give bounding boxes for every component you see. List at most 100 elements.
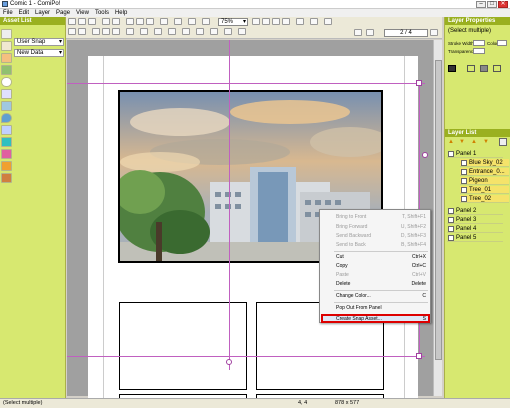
outline-icon[interactable]: [467, 65, 475, 72]
menu-view[interactable]: View: [76, 9, 89, 17]
fit-icon[interactable]: [272, 18, 280, 25]
square-icon[interactable]: [1, 29, 12, 39]
menu-bring-to-front[interactable]: Bring to Front T, Shift+F1: [336, 214, 430, 220]
zoom-in-icon[interactable]: [252, 18, 260, 25]
print-icon[interactable]: [188, 18, 196, 25]
group-icon[interactable]: [140, 28, 148, 35]
camera-icon[interactable]: [210, 28, 218, 35]
menu-send-backward[interactable]: Send Backward D, Shift+F3: [336, 233, 430, 239]
move-up-icon[interactable]: [68, 28, 76, 35]
frame-icon[interactable]: [1, 149, 12, 159]
panel-icon[interactable]: [1, 41, 12, 51]
move-bottom-icon[interactable]: ▼: [483, 139, 490, 145]
page-navigator[interactable]: 2 / 4: [384, 29, 428, 37]
align-right-icon[interactable]: [112, 28, 120, 35]
effect-icon[interactable]: [1, 89, 12, 99]
menu-tools[interactable]: Tools: [95, 9, 109, 17]
lock-icon[interactable]: [168, 28, 176, 35]
arrow-down-icon[interactable]: ▼: [459, 139, 466, 145]
align-center-icon[interactable]: [102, 28, 110, 35]
copy-icon[interactable]: [136, 18, 144, 25]
prev-page-icon[interactable]: [366, 29, 374, 36]
layer-item[interactable]: Panel 3: [447, 216, 503, 224]
light-icon[interactable]: [224, 28, 232, 35]
zoom-out-icon[interactable]: [262, 18, 270, 25]
stroke-width-input[interactable]: [473, 40, 485, 46]
background-icon[interactable]: [1, 101, 12, 111]
asset-data-select[interactable]: New Data: [14, 49, 64, 57]
scrollbar-thumb[interactable]: [435, 60, 442, 360]
minimize-button[interactable]: –: [476, 1, 486, 8]
asset-category-select[interactable]: User Snap: [14, 38, 64, 46]
grid-icon[interactable]: [282, 18, 290, 25]
layer-item[interactable]: Entrance_0...: [460, 168, 509, 176]
save-icon[interactable]: [88, 18, 96, 25]
panel-tool-icon[interactable]: [324, 18, 332, 25]
redo-icon[interactable]: [112, 18, 120, 25]
flip-icon[interactable]: [310, 18, 318, 25]
book-icon[interactable]: [1, 161, 12, 171]
next-page-icon[interactable]: [430, 29, 438, 36]
close-button[interactable]: ✕: [498, 1, 508, 8]
menu-send-to-back[interactable]: Send to Back B, Shift+F4: [336, 242, 430, 248]
rotate-icon[interactable]: [296, 18, 304, 25]
vertical-scrollbar[interactable]: [433, 40, 442, 396]
transparency-input[interactable]: [473, 48, 485, 54]
trash-icon[interactable]: [499, 138, 507, 146]
menu-delete[interactable]: Delete Delete: [336, 281, 430, 287]
paste-icon[interactable]: [146, 18, 154, 25]
fill-icon[interactable]: [480, 65, 488, 72]
layer-item[interactable]: Blue Sky_02: [460, 159, 509, 167]
layer-item[interactable]: Panel 4: [447, 225, 503, 233]
arrow-up-icon[interactable]: ▲: [448, 139, 455, 145]
layer-item[interactable]: Panel 2: [447, 207, 503, 215]
character-icon[interactable]: [1, 53, 12, 63]
new-icon[interactable]: [68, 18, 76, 25]
pose-icon[interactable]: [196, 28, 204, 35]
undo-icon[interactable]: [102, 18, 110, 25]
menu-file[interactable]: File: [3, 9, 13, 17]
layer-item[interactable]: Tree_02: [460, 195, 509, 203]
move-top-icon[interactable]: ▲: [471, 139, 478, 145]
menu-edit[interactable]: Edit: [19, 9, 29, 17]
tone-icon[interactable]: [1, 137, 12, 147]
zoom-select[interactable]: 75%: [218, 18, 248, 26]
open-icon[interactable]: [78, 18, 86, 25]
layer-item[interactable]: Panel 1: [447, 150, 503, 158]
rotation-handle[interactable]: [226, 359, 232, 365]
menu-cut[interactable]: Cut Ctrl+X: [336, 254, 430, 260]
menu-bring-forward[interactable]: Bring Forward U, Shift+F2: [336, 224, 430, 230]
speech-balloon-icon[interactable]: [1, 77, 12, 87]
resize-handle[interactable]: [416, 353, 422, 359]
move-down-icon[interactable]: [78, 28, 86, 35]
menu-help[interactable]: Help: [115, 9, 127, 17]
resize-handle[interactable]: [416, 80, 422, 86]
layer-item[interactable]: Pigeon: [460, 177, 509, 185]
figure-icon[interactable]: [1, 65, 12, 75]
select-icon[interactable]: [202, 18, 210, 25]
menu-create-snap-asset[interactable]: Create Snap Asset... S: [336, 316, 430, 322]
menu-page[interactable]: Page: [56, 9, 70, 17]
menu-pop-out-from-panel[interactable]: Pop Out From Panel: [336, 305, 430, 311]
menu-layer[interactable]: Layer: [35, 9, 50, 17]
shadow-icon[interactable]: [493, 65, 501, 72]
delete-icon[interactable]: [160, 18, 168, 25]
layer-item[interactable]: Panel 5: [447, 234, 503, 242]
panel-2[interactable]: [119, 302, 247, 390]
first-page-icon[interactable]: [354, 29, 362, 36]
maximize-button[interactable]: □: [487, 1, 497, 8]
visibility-icon[interactable]: [448, 65, 456, 72]
drop-icon[interactable]: [1, 113, 12, 123]
menu-change-color[interactable]: Change Color... C: [336, 293, 430, 299]
face-icon[interactable]: [182, 28, 190, 35]
align-left-icon[interactable]: [92, 28, 100, 35]
color-icon[interactable]: [1, 125, 12, 135]
export-icon[interactable]: [174, 18, 182, 25]
menu-paste[interactable]: Paste Ctrl+V: [336, 272, 430, 278]
cut-icon[interactable]: [126, 18, 134, 25]
ungroup-icon[interactable]: [154, 28, 162, 35]
menu-copy[interactable]: Copy Ctrl+C: [336, 263, 430, 269]
text-icon[interactable]: [238, 28, 246, 35]
layer-item[interactable]: Tree_01: [460, 186, 509, 194]
misc-icon[interactable]: [1, 173, 12, 183]
